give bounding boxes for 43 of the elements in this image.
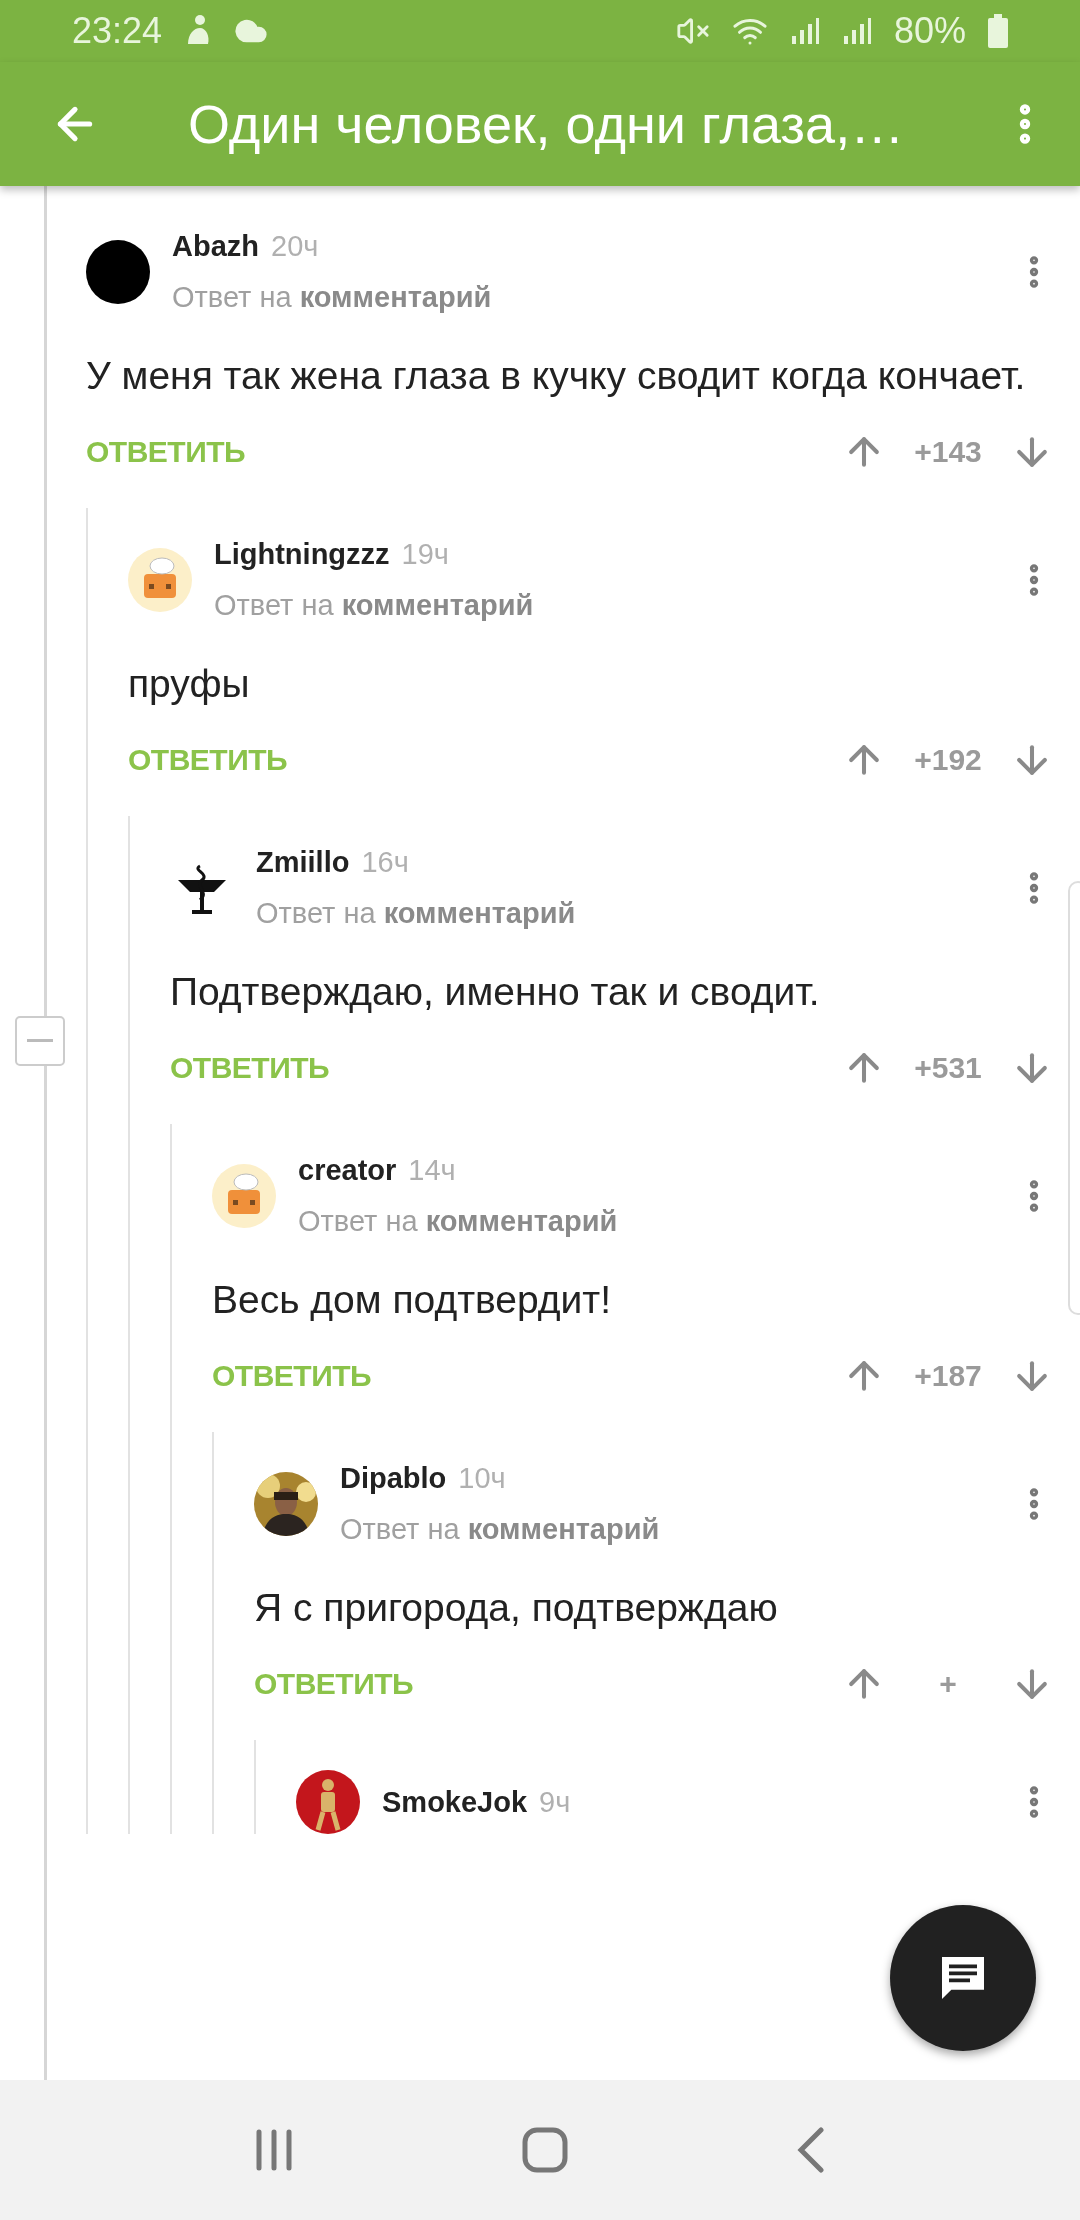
comment-time: 10ч	[458, 1462, 506, 1495]
comment-rating: +192	[913, 743, 983, 777]
battery-level: 80%	[893, 10, 966, 52]
comment-rating: +143	[913, 435, 983, 469]
author-name[interactable]: Lightningzzz	[214, 538, 390, 571]
author-name[interactable]: Abazh	[172, 230, 259, 263]
minus-icon	[27, 1039, 53, 1043]
comment-fab[interactable]	[890, 1905, 1036, 2051]
home-icon[interactable]	[522, 2127, 568, 2173]
toolbar-title: Один человек, одни глаза,…	[188, 93, 906, 155]
comment-time: 20ч	[271, 230, 319, 263]
comment-time: 19ч	[401, 538, 449, 571]
reply-to-line: Ответ на комментарий	[172, 281, 493, 314]
signal-icon	[789, 16, 820, 46]
comment-time: 9ч	[539, 1785, 571, 1819]
comment-text: Подтверждаю, именно так и сводит.	[170, 969, 821, 1015]
comment-time: 16ч	[361, 846, 409, 879]
comment-rating: +	[938, 1667, 958, 1701]
author-name[interactable]: creator	[298, 1154, 397, 1187]
avatar-icon[interactable]	[86, 240, 150, 304]
recent-apps-icon[interactable]	[254, 2128, 294, 2172]
author-name[interactable]: SmokeJok	[382, 1785, 528, 1819]
comment-text: У меня так жена глаза в кучку сводит когда кончает.	[86, 353, 1027, 399]
collapse-button[interactable]	[15, 1016, 65, 1066]
house-avatar-icon[interactable]	[128, 548, 192, 612]
reply-to-line: Ответ на комментарий	[298, 1205, 619, 1238]
author-name[interactable]: Zmiillo	[256, 846, 350, 879]
figure-avatar-icon[interactable]	[296, 1770, 360, 1834]
comment-text: Весь дом подтвердит!	[212, 1277, 613, 1323]
comment-time: 14ч	[408, 1154, 456, 1187]
signal-icon	[841, 16, 872, 46]
reply-to-line: Ответ на комментарий	[340, 1513, 661, 1546]
comment-text: пруфы	[128, 661, 251, 707]
author-name[interactable]: Dipablo	[340, 1462, 447, 1495]
comment-rating: +531	[913, 1051, 983, 1085]
house-avatar-icon[interactable]	[212, 1164, 276, 1228]
reply-to-line: Ответ на комментарий	[214, 589, 535, 622]
reply-to-line: Ответ на комментарий	[256, 897, 577, 930]
comment-text: Я с пригорода, подтверждаю	[254, 1585, 779, 1631]
comment-rating: +187	[913, 1359, 983, 1393]
back-icon[interactable]	[796, 2127, 826, 2173]
clock: 23:24	[72, 10, 163, 52]
battery-icon	[988, 14, 1008, 48]
